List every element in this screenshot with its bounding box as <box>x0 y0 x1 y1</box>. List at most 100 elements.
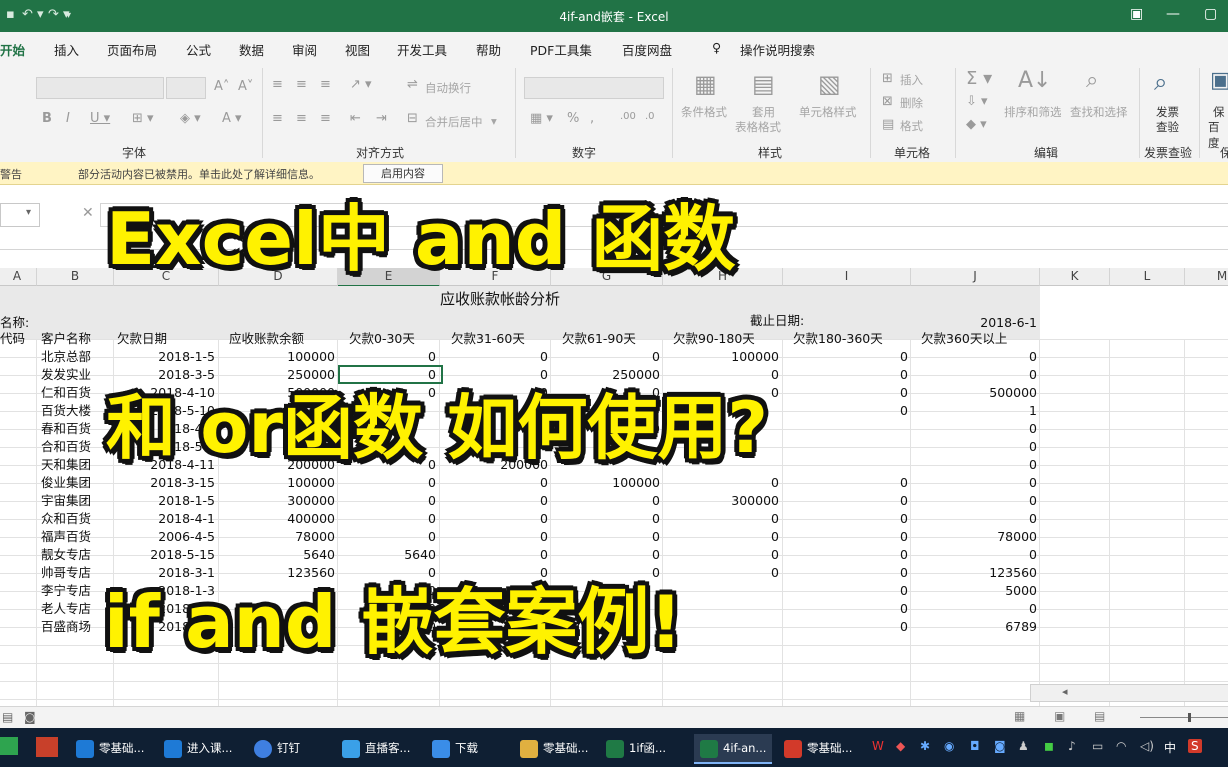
percent-icon[interactable]: % <box>567 111 579 126</box>
value-cell[interactable]: 5640 <box>225 546 335 564</box>
sort-filter-button[interactable]: 排序和筛选 <box>1004 104 1062 120</box>
format-cells-icon[interactable]: ▤ <box>882 117 894 132</box>
value-cell[interactable]: 0 <box>669 510 779 528</box>
value-cell[interactable]: 0 <box>438 528 548 546</box>
value-cell[interactable]: 0 <box>927 492 1037 510</box>
value-cell[interactable]: 0 <box>927 474 1037 492</box>
conditional-format-button[interactable]: 条件格式 <box>681 104 727 120</box>
macro-record-icon[interactable]: ◙ <box>24 710 36 724</box>
value-cell[interactable]: 500000 <box>927 384 1037 402</box>
delete-cells-icon[interactable]: ⊠ <box>882 94 893 109</box>
insert-cells-icon[interactable]: ⊞ <box>882 71 893 86</box>
column-header[interactable]: M <box>1185 268 1228 286</box>
value-cell[interactable]: 0 <box>326 528 436 546</box>
volume-icon[interactable]: ◁) <box>1140 739 1154 753</box>
tray-app-icon[interactable]: ◼ <box>1044 739 1054 753</box>
increase-indent-icon[interactable]: ⇥ <box>376 111 387 126</box>
value-cell[interactable]: 300000 <box>669 492 779 510</box>
merge-center-icon[interactable]: ⊟ <box>407 111 418 126</box>
value-cell[interactable]: 0 <box>438 510 548 528</box>
italic-icon[interactable]: I <box>66 111 70 126</box>
value-cell[interactable]: 0 <box>669 546 779 564</box>
customer-name-cell[interactable]: 天和集团 <box>41 456 91 474</box>
value-cell[interactable]: 0 <box>798 618 908 636</box>
tray-app-icon[interactable]: ◆ <box>896 739 905 753</box>
taskbar-item-0[interactable]: 零基础... <box>76 734 144 762</box>
value-cell[interactable]: 0 <box>798 384 908 402</box>
value-cell[interactable]: 123560 <box>927 564 1037 582</box>
align-center-icon[interactable]: ≡ <box>296 111 307 126</box>
value-cell[interactable]: 0 <box>438 348 548 366</box>
wrap-text-icon[interactable]: ⇌ <box>407 77 418 92</box>
underline-icon[interactable]: U ▾ <box>90 111 110 126</box>
value-cell[interactable]: 0 <box>669 474 779 492</box>
ribbon-display-icon[interactable]: ▣ <box>1130 6 1143 22</box>
value-cell[interactable]: 0 <box>798 510 908 528</box>
value-cell[interactable]: 2018-1-5 <box>105 348 215 366</box>
value-cell[interactable]: 0 <box>669 564 779 582</box>
find-select-icon[interactable]: ⌕ <box>1086 68 1098 93</box>
tray-shield-icon[interactable]: ◉ <box>944 739 954 753</box>
align-middle-icon[interactable]: ≡ <box>296 77 307 92</box>
cell-styles-button[interactable]: 单元格样式 <box>799 104 857 120</box>
value-cell[interactable]: 0 <box>798 474 908 492</box>
value-cell[interactable]: 2018-5-15 <box>105 546 215 564</box>
tab-baidu-netdisk[interactable]: 百度网盘 <box>622 40 672 59</box>
customer-name-cell[interactable]: 福声百货 <box>41 528 91 546</box>
borders-icon[interactable]: ⊞ ▾ <box>132 111 154 126</box>
scroll-left-icon[interactable]: ◂ <box>1062 685 1068 698</box>
value-cell[interactable]: 2018-1-5 <box>105 492 215 510</box>
protect-icon[interactable]: ▣ <box>1210 68 1228 93</box>
format-as-table-button-line2[interactable]: 表格格式 <box>735 119 781 135</box>
comma-style-icon[interactable]: , <box>590 111 594 126</box>
value-cell[interactable]: 2018-4-1 <box>105 510 215 528</box>
format-as-table-button-line1[interactable]: 套用 <box>752 104 775 120</box>
value-cell[interactable]: 100000 <box>669 348 779 366</box>
value-cell[interactable]: 0 <box>326 474 436 492</box>
merge-center-button[interactable]: 合并后居中 <box>425 114 483 130</box>
customer-name-cell[interactable]: 北京总部 <box>41 348 91 366</box>
value-cell[interactable]: 0 <box>927 546 1037 564</box>
value-cell[interactable]: 100000 <box>225 474 335 492</box>
fill-icon[interactable]: ⇩ ▾ <box>966 94 988 109</box>
clear-icon[interactable]: ◆ ▾ <box>966 117 987 132</box>
value-cell[interactable]: 0 <box>550 492 660 510</box>
cancel-formula-icon[interactable]: ✕ <box>82 205 94 221</box>
autosum-icon[interactable]: Σ ▾ <box>966 68 992 89</box>
format-as-table-icon[interactable]: ▤ <box>752 70 775 98</box>
microphone-icon[interactable]: ♪ <box>1068 739 1076 753</box>
grow-font-icon[interactable]: A˄ <box>214 79 229 94</box>
accounting-format-icon[interactable]: ▦ ▾ <box>530 111 553 126</box>
bold-icon[interactable]: B <box>42 111 52 126</box>
value-cell[interactable]: 78000 <box>225 528 335 546</box>
value-cell[interactable]: 0 <box>550 348 660 366</box>
value-cell[interactable]: 0 <box>326 492 436 510</box>
customer-name-cell[interactable]: 百盛商场 <box>41 618 91 636</box>
column-header[interactable]: K <box>1040 268 1110 286</box>
tab-formulas[interactable]: 公式 <box>186 40 211 59</box>
value-cell[interactable]: 0 <box>927 348 1037 366</box>
align-bottom-icon[interactable]: ≡ <box>320 77 331 92</box>
zoom-slider[interactable] <box>1140 717 1228 718</box>
align-top-icon[interactable]: ≡ <box>272 77 283 92</box>
name-box-dropdown-icon[interactable]: ▾ <box>26 207 31 218</box>
protect-button-line1[interactable]: 保 <box>1213 104 1225 120</box>
tab-developer[interactable]: 开发工具 <box>397 40 447 59</box>
taskbar-app-icon[interactable] <box>0 737 18 755</box>
tell-me-search[interactable]: 操作说明搜索 <box>740 40 815 59</box>
decrease-decimal-icon[interactable]: .0 <box>645 111 655 122</box>
value-cell[interactable]: 0 <box>798 366 908 384</box>
tab-review[interactable]: 审阅 <box>292 40 317 59</box>
find-select-button[interactable]: 查找和选择 <box>1070 104 1128 120</box>
customer-name-cell[interactable]: 仁和百货 <box>41 384 91 402</box>
value-cell[interactable]: 0 <box>927 420 1037 438</box>
wrap-text-button[interactable]: 自动换行 <box>425 80 471 96</box>
customer-name-cell[interactable]: 俊业集团 <box>41 474 91 492</box>
tab-page-layout[interactable]: 页面布局 <box>107 40 157 59</box>
taskbar-item-3[interactable]: 直播客... <box>342 734 410 762</box>
value-cell[interactable]: 0 <box>927 366 1037 384</box>
value-cell[interactable]: 0 <box>550 528 660 546</box>
value-cell[interactable]: 5640 <box>326 546 436 564</box>
tray-app-icon[interactable]: ◙ <box>994 739 1006 753</box>
column-header[interactable]: L <box>1110 268 1185 286</box>
